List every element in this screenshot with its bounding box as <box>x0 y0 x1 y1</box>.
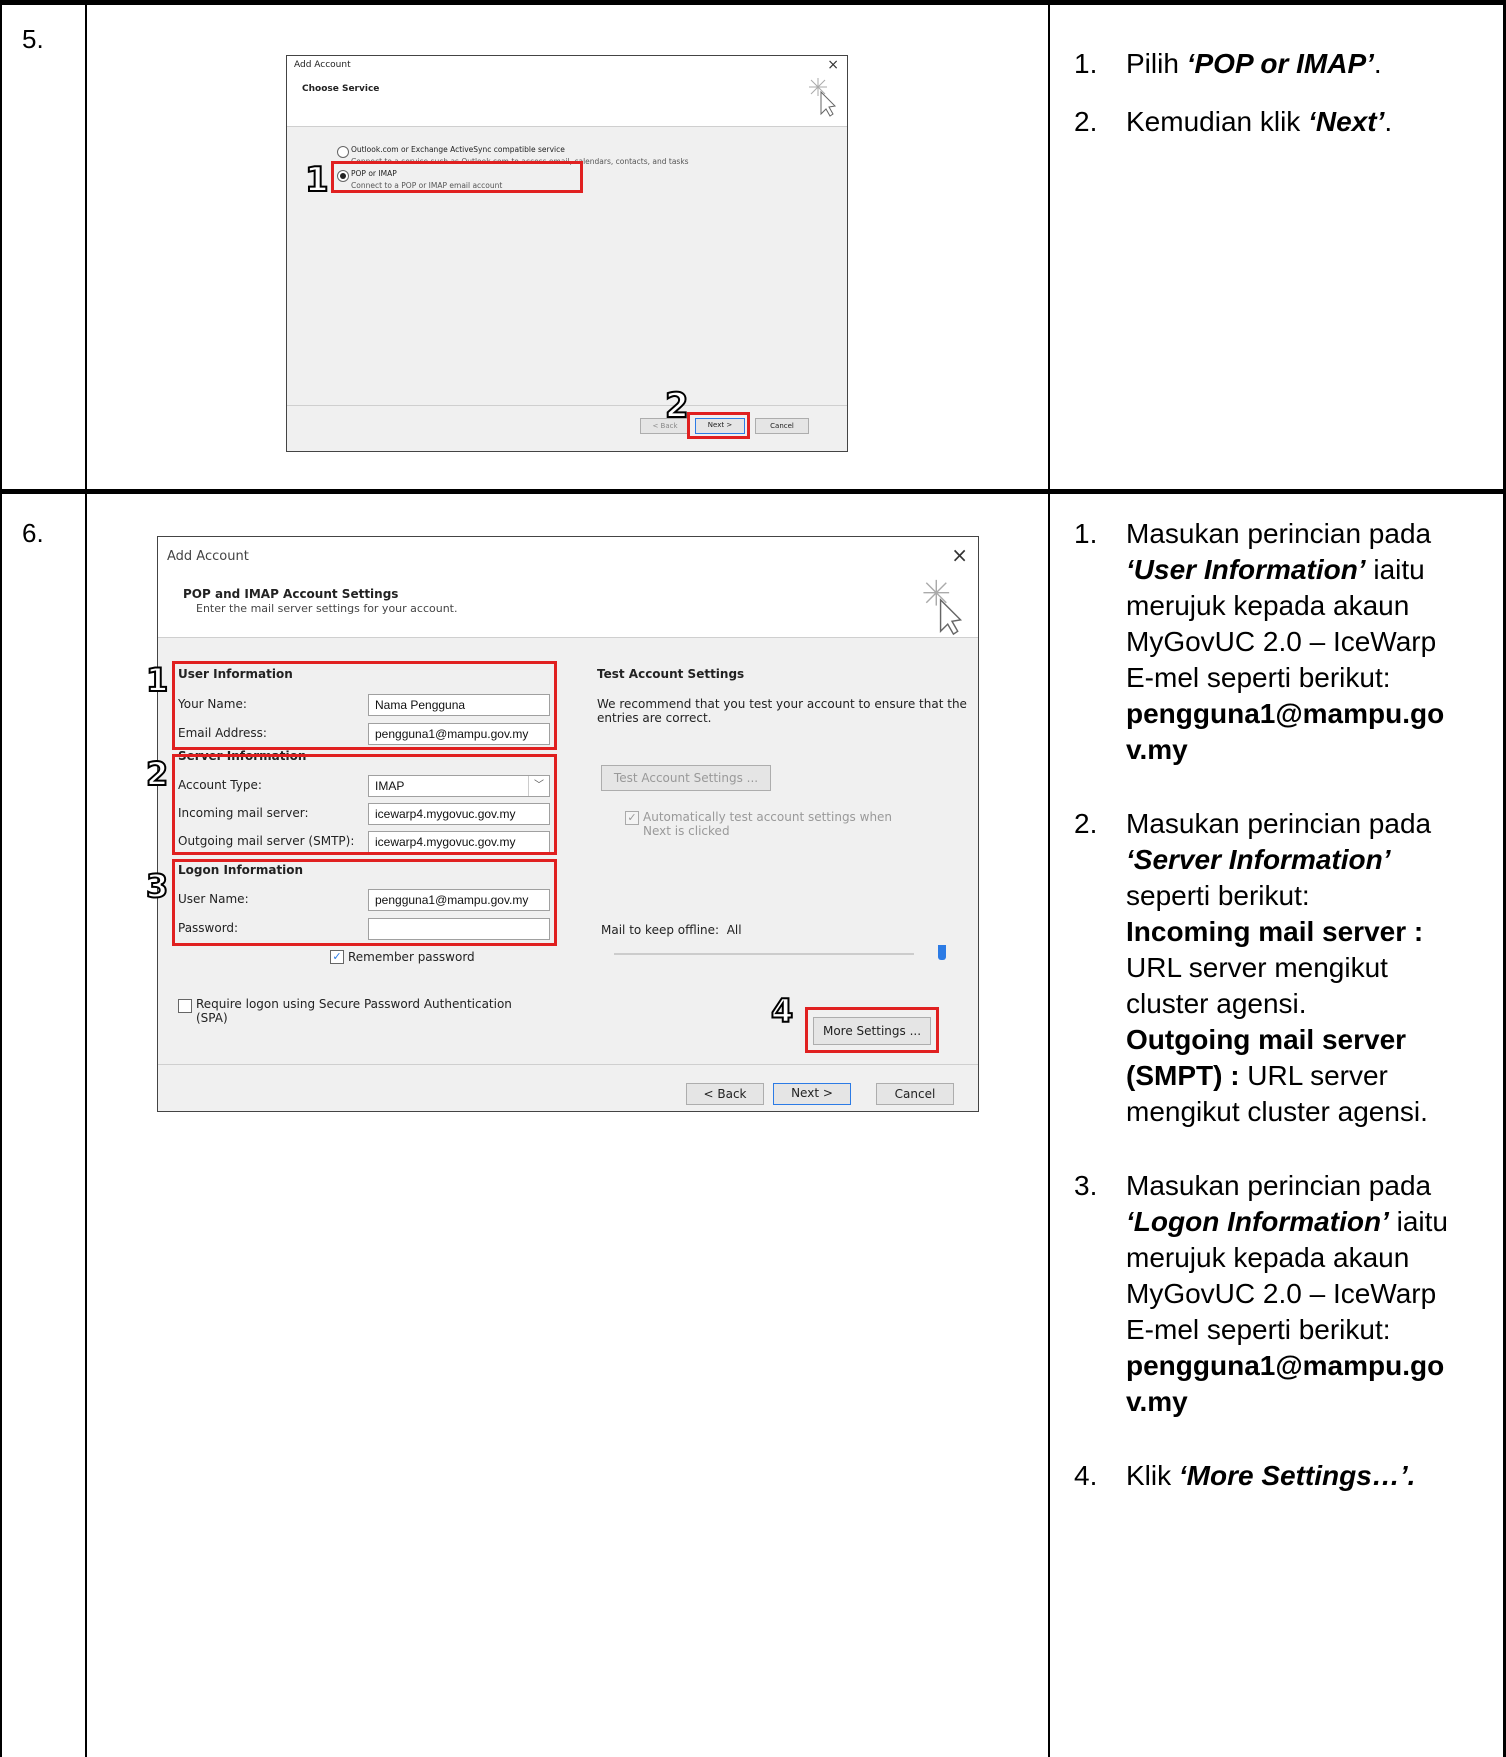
test-settings-header: Test Account Settings <box>597 667 745 681</box>
marker-1: 1 <box>145 660 169 700</box>
dialog-header: Add Account × POP and IMAP Account Setti… <box>158 537 978 637</box>
step-number: 6. <box>22 518 44 548</box>
marker-4: 4 <box>770 991 794 1031</box>
step-6-instructions: 1. Masukan perincian pada ‘User Informati… <box>1064 516 1504 1494</box>
dialog-heading: Choose Service <box>302 84 380 94</box>
choose-service-dialog: Add Account × Choose Service Outlook.com… <box>286 55 848 452</box>
test-account-settings-button[interactable]: Test Account Settings ... <box>601 765 771 791</box>
offline-value: All <box>726 923 742 937</box>
instruction-item: 1. Masukan perincian pada ‘User Informati… <box>1074 518 1445 765</box>
highlight-box-server-info <box>172 754 557 855</box>
back-button[interactable]: < Back <box>686 1083 764 1105</box>
dialog-heading: POP and IMAP Account Settings <box>183 587 399 601</box>
table-col-divider-2 <box>1048 0 1050 1757</box>
table-border-left <box>0 0 2 1757</box>
table-border-top <box>0 0 1506 5</box>
dialog-subheading: Enter the mail server settings for your … <box>196 602 458 615</box>
highlight-box-pop-imap <box>331 161 583 193</box>
highlight-box-more-settings <box>805 1007 939 1053</box>
next-button[interactable]: Next > <box>773 1083 851 1105</box>
table-col-divider-1 <box>85 0 87 1757</box>
spa-label: Require logon using Secure Password Auth… <box>196 997 512 1025</box>
step-5-instructions: 1. Pilih ‘POP or IMAP’. 2. Kemudian klik ‘… <box>1064 46 1504 140</box>
remember-password-label: Remember password <box>348 950 475 964</box>
offline-label: Mail to keep offline: All <box>601 923 742 937</box>
step-number: 5. <box>22 24 44 54</box>
marker-3: 3 <box>145 866 169 906</box>
marker-1: 1 <box>304 159 330 201</box>
instruction-item: 2. Masukan perincian pada ‘Server Informa… <box>1074 808 1432 1127</box>
close-icon[interactable]: × <box>951 543 968 567</box>
wizard-cursor-icon <box>923 579 963 636</box>
remember-password-checkbox[interactable]: ✓ <box>330 950 344 964</box>
instruction-item: 3. Masukan perincian pada ‘Logon Informat… <box>1074 1170 1448 1417</box>
offline-slider-track[interactable] <box>614 953 914 955</box>
cancel-button[interactable]: Cancel <box>755 418 809 434</box>
marker-2: 2 <box>664 385 690 427</box>
cancel-button[interactable]: Cancel <box>876 1083 954 1105</box>
dialog-title: Add Account <box>294 60 351 70</box>
auto-test-checkbox[interactable]: ✓ <box>625 811 639 825</box>
instruction-item: 1. Pilih ‘POP or IMAP’. <box>1074 48 1382 79</box>
wizard-cursor-icon <box>809 78 837 117</box>
offline-slider-handle[interactable] <box>938 945 946 960</box>
table-row-divider <box>0 489 1506 494</box>
radio-outlook-option[interactable] <box>337 146 349 158</box>
close-icon[interactable]: × <box>827 57 839 73</box>
instruction-item: 2. Kemudian klik ‘Next’. <box>1074 106 1393 137</box>
dialog-header: Add Account × Choose Service <box>287 56 847 126</box>
marker-2: 2 <box>145 754 169 794</box>
highlight-box-logon-info <box>172 859 557 946</box>
option-outlook-label: Outlook.com or Exchange ActiveSync compa… <box>351 145 565 154</box>
highlight-box-user-info <box>172 661 557 750</box>
spa-checkbox[interactable] <box>178 999 192 1013</box>
pop-imap-settings-dialog: Add Account × POP and IMAP Account Setti… <box>145 536 979 1112</box>
auto-test-label: Automatically test account settings when… <box>643 810 893 838</box>
instruction-item: 4. Klik ‘More Settings…’. <box>1074 1460 1416 1491</box>
dialog-title: Add Account <box>167 549 249 564</box>
test-settings-desc: We recommend that you test your account … <box>597 697 967 725</box>
highlight-box-next <box>687 412 750 439</box>
